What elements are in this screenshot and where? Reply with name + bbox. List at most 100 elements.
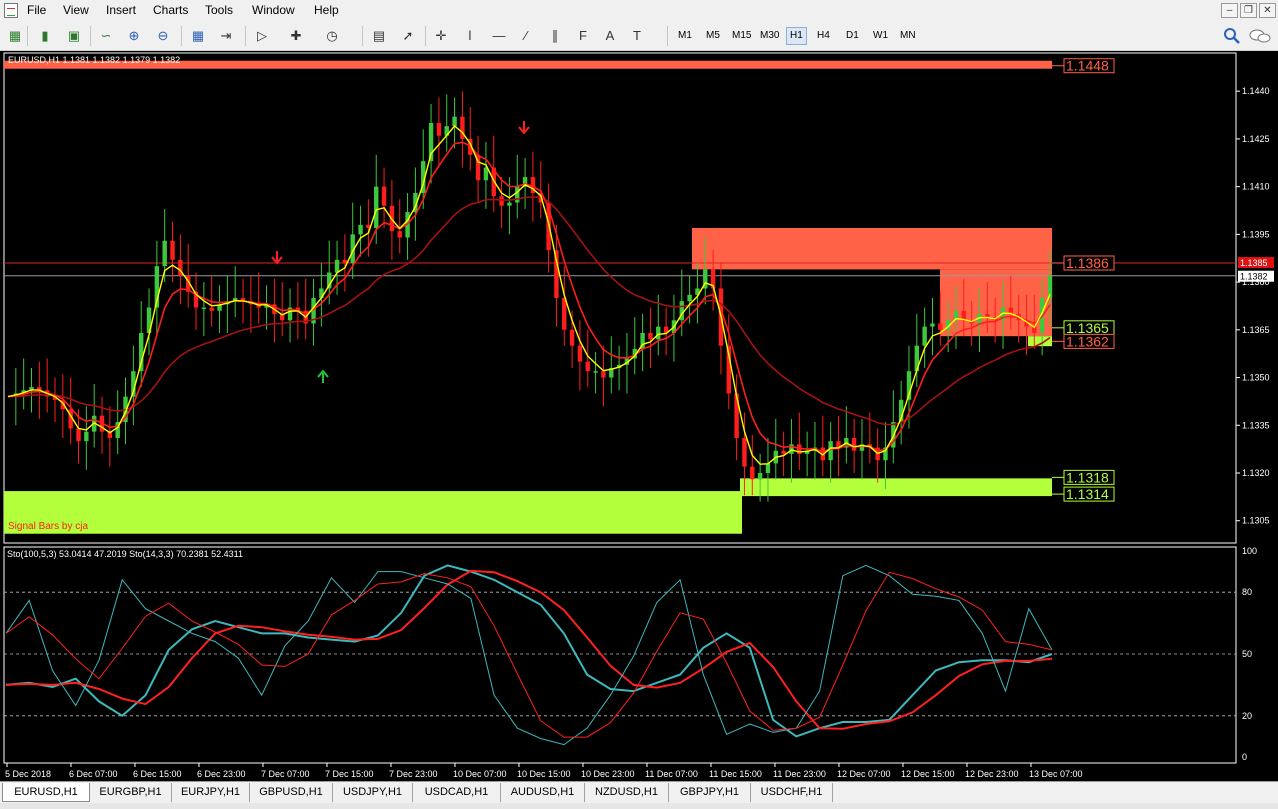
timeframe-d1-button[interactable]: D1	[843, 27, 862, 45]
price-tick-label: 1.1395	[1242, 229, 1270, 239]
channel-icon[interactable]: ∥	[545, 26, 565, 46]
autoscroll-icon[interactable]: ▷	[252, 26, 272, 46]
timeframe-h4-button[interactable]: H4	[814, 27, 833, 45]
time-tick-label: 11 Dec 07:00	[645, 769, 698, 779]
symbol-tab-nzdusd-h1[interactable]: NZDUSD,H1	[585, 783, 669, 802]
app-icon[interactable]	[4, 3, 18, 18]
indicators-icon[interactable]: ✚	[286, 26, 306, 46]
sto-tick-label: 50	[1242, 649, 1252, 659]
text-label-icon[interactable]: T	[627, 26, 647, 46]
toolbar-separator	[425, 26, 426, 46]
vertical-line-icon[interactable]: ǀ	[460, 26, 480, 46]
bid-price-tag: 1.1385	[1238, 257, 1274, 268]
symbol-tab-eurjpy-h1[interactable]: EURJPY,H1	[172, 783, 250, 802]
time-tick-label: 6 Dec 07:00	[69, 769, 118, 779]
time-tick-label: 10 Dec 07:00	[453, 769, 507, 779]
symbol-tab-usdjpy-h1[interactable]: USDJPY,H1	[333, 783, 413, 802]
candle-body	[750, 466, 755, 480]
chat-icon[interactable]	[1248, 26, 1272, 46]
menu-tools[interactable]: Tools	[205, 3, 233, 17]
close-icon[interactable]: ✕	[1259, 3, 1276, 18]
menu-insert[interactable]: Insert	[106, 3, 136, 17]
sto-tick-label: 0	[1242, 752, 1247, 762]
toolbar-separator	[90, 26, 91, 46]
periods-icon[interactable]: ◷	[322, 26, 342, 46]
timeframe-m5-button[interactable]: M5	[703, 27, 723, 45]
candle-body	[781, 450, 786, 454]
symbol-tab-gbpjpy-h1[interactable]: GBPJPY,H1	[669, 783, 751, 802]
candle-body	[358, 224, 363, 235]
candle-body	[930, 323, 935, 327]
timeframe-mn-button[interactable]: MN	[897, 27, 919, 45]
price-chart[interactable]: 1.14401.14251.14101.13951.13801.13651.13…	[0, 51, 1278, 781]
cursor-icon[interactable]: ➚	[398, 26, 418, 46]
candle-body	[593, 371, 598, 373]
menu-window[interactable]: Window	[252, 3, 295, 17]
candle-body	[851, 438, 857, 451]
candle-body	[757, 473, 763, 480]
chart-window[interactable]: 1.1440 1.1425 1.1410 1.1395 1.1380 1.1365 1.13…	[0, 51, 1278, 781]
candle-body	[76, 428, 81, 442]
crosshair-icon[interactable]: ✛	[431, 26, 451, 46]
toolbar: ▦ ▮ ▣ ∽ ⊕ ⊖ ▦ ⇥ ▷ ✚ ◷ ▤ ➚ ✛ ǀ — ∕ ∥ F A T M1 M5 M15 M30 H1 H4 D1 W1…	[0, 22, 1278, 51]
timeframe-w1-button[interactable]: W1	[870, 27, 891, 45]
time-tick-label: 7 Dec 15:00	[325, 769, 374, 779]
toolbar-separator	[362, 26, 363, 46]
candle-body	[742, 438, 747, 467]
new-chart-icon[interactable]: ▦	[5, 26, 25, 46]
symbol-tab-bar: EURUSD,H1 EURGBP,H1 EURJPY,H1 GBPUSD,H1 USDJ…	[0, 781, 1278, 804]
candle-body	[828, 441, 833, 461]
search-icon[interactable]	[1222, 26, 1242, 46]
zoom-out-icon[interactable]: ⊖	[153, 26, 173, 46]
current-price-tag: 1.1382	[1238, 270, 1274, 282]
price-tick-label: 1.1440	[1242, 86, 1270, 96]
chart-shift-icon[interactable]: ⇥	[216, 26, 236, 46]
templates-icon[interactable]: ▤	[369, 26, 389, 46]
candle-body	[515, 186, 520, 203]
symbol-tab-audusd-h1[interactable]: AUDUSD,H1	[501, 783, 585, 802]
minimize-icon[interactable]: –	[1221, 3, 1238, 18]
chart-symbol-info: EURUSD,H1 1.1381 1.1382 1.1379 1.1382	[8, 55, 181, 65]
current-price-label: 1.1382	[1240, 272, 1268, 282]
symbol-tab-usdchf-h1[interactable]: USDCHF,H1	[751, 783, 833, 802]
time-tick-label: 12 Dec 07:00	[837, 769, 891, 779]
candle-body	[765, 463, 771, 473]
line-chart-icon[interactable]: ∽	[96, 26, 116, 46]
timeframe-m15-button[interactable]: M15	[729, 27, 754, 45]
symbol-tab-usdcad-h1[interactable]: USDCAD,H1	[413, 783, 501, 802]
menu-file[interactable]: File	[27, 3, 46, 17]
fibonacci-icon[interactable]: F	[573, 26, 593, 46]
bar-chart-icon[interactable]: ▮	[35, 26, 55, 46]
candle-body	[436, 123, 442, 136]
symbol-tab-gbpusd-h1[interactable]: GBPUSD,H1	[250, 783, 333, 802]
symbol-tab-eurusd-h1[interactable]: EURUSD,H1	[2, 783, 90, 802]
candle-body	[452, 116, 457, 127]
price-tick-label: 1.1335	[1242, 420, 1270, 430]
trendline-icon[interactable]: ∕	[516, 26, 536, 46]
time-tick-label: 10 Dec 23:00	[581, 769, 635, 779]
toolbar-separator	[667, 26, 668, 46]
level-label: 1.1362	[1066, 333, 1109, 349]
timeframe-m30-button[interactable]: M30	[757, 27, 782, 45]
time-tick-label: 6 Dec 15:00	[133, 769, 182, 779]
zoom-in-icon[interactable]: ⊕	[124, 26, 144, 46]
timeframe-m1-button[interactable]: M1	[675, 27, 695, 45]
candle-body	[381, 186, 387, 206]
candle-body	[922, 326, 927, 346]
horizontal-line-icon[interactable]: —	[489, 26, 509, 46]
menu-help[interactable]: Help	[314, 3, 339, 17]
restore-icon[interactable]: ❐	[1240, 3, 1257, 18]
timeframe-h1-button[interactable]: H1	[786, 27, 807, 45]
menu-view[interactable]: View	[63, 3, 89, 17]
tile-windows-icon[interactable]: ▦	[188, 26, 208, 46]
candle-body	[577, 345, 583, 362]
bid-price-label: 1.1385	[1240, 258, 1268, 268]
menu-charts[interactable]: Charts	[153, 3, 188, 17]
support-zone-right	[740, 478, 1052, 497]
signal-bars-label: Signal Bars by cja	[8, 521, 89, 532]
text-icon[interactable]: A	[600, 26, 620, 46]
time-tick-label: 12 Dec 23:00	[965, 769, 1019, 779]
symbol-tab-eurgbp-h1[interactable]: EURGBP,H1	[90, 783, 172, 802]
status-bar	[0, 803, 1278, 809]
candlestick-icon[interactable]: ▣	[64, 26, 84, 46]
